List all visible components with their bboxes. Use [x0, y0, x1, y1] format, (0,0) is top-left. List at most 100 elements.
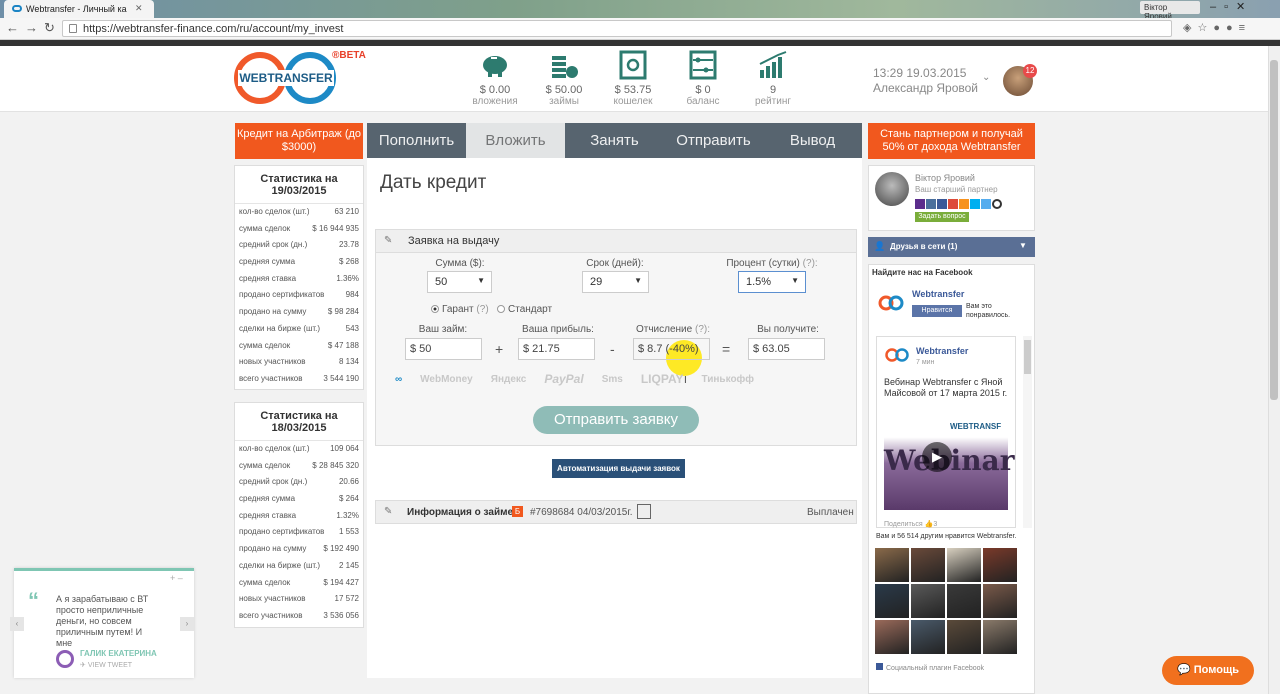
stat-rating[interactable]: 9 рейтинг: [743, 50, 803, 107]
page-scrollbar-thumb[interactable]: [1270, 60, 1278, 400]
fan-avatar[interactable]: [947, 548, 981, 582]
fan-avatar[interactable]: [875, 548, 909, 582]
document-icon[interactable]: [637, 504, 651, 519]
radio-standard[interactable]: Стандарт: [497, 304, 552, 315]
tab-close-icon[interactable]: ✕: [135, 3, 143, 14]
facebook-page-name[interactable]: Webtransfer: [912, 289, 964, 299]
play-icon[interactable]: ▶: [922, 442, 952, 472]
reload-icon[interactable]: ↻: [44, 20, 61, 35]
tab-send[interactable]: Отправить: [664, 123, 763, 158]
tab-withdraw[interactable]: Вывод: [763, 123, 862, 158]
auto-issue-button[interactable]: Автоматизация выдачи заявок: [552, 459, 685, 478]
fan-avatar[interactable]: [983, 584, 1017, 618]
term-label: Срок (дней):: [586, 258, 644, 269]
partner-avatar[interactable]: [875, 172, 909, 206]
rate-select[interactable]: 1.5% ▼: [738, 271, 806, 293]
payment-systems-row: ∞ WebMoney Яндекс PayPal Sms LIQPAY Тинь…: [395, 370, 835, 388]
tab-borrow[interactable]: Занять: [565, 123, 664, 158]
nav-buttons[interactable]: ←→↻: [6, 20, 61, 36]
plus-sign: +: [495, 341, 504, 357]
become-partner-button[interactable]: Стань партнером и получай 50% от дохода …: [868, 123, 1035, 159]
fan-avatar[interactable]: [983, 620, 1017, 654]
google-icon[interactable]: [948, 199, 958, 209]
testimonial-author[interactable]: ГАЛИК ЕКАТЕРИНА: [80, 649, 157, 658]
stats-today-title: Статистика на 19/03/2015: [235, 166, 363, 204]
webtransfer-small-logo[interactable]: [877, 293, 905, 313]
viber-icon[interactable]: [915, 199, 925, 209]
chevron-right-icon[interactable]: ›: [180, 617, 194, 631]
stat-balance[interactable]: $ 0 баланс: [673, 50, 733, 107]
adblock-icon[interactable]: ●: [1226, 22, 1239, 34]
fee-help[interactable]: (?):: [695, 324, 710, 335]
view-tweet-link[interactable]: ✈ VIEW TWEET: [80, 661, 132, 669]
tab-invest[interactable]: Вложить: [466, 123, 565, 158]
tab-deposit[interactable]: Пополнить: [367, 123, 466, 158]
radio-guarantee[interactable]: Гарант (?): [431, 304, 489, 315]
facebook-feed-scrollbar[interactable]: [1023, 336, 1032, 528]
share-link[interactable]: Поделиться: [884, 521, 923, 528]
star-icon[interactable]: ☆: [1197, 22, 1213, 34]
video-logo-text: WEBTRANSF: [950, 422, 1002, 431]
fan-avatar[interactable]: [911, 584, 945, 618]
partner-name[interactable]: Віктор Яровий: [915, 173, 975, 183]
fan-avatar[interactable]: [947, 620, 981, 654]
notification-badge[interactable]: 12: [1023, 64, 1037, 78]
post-time[interactable]: 7 мин: [916, 359, 934, 366]
fan-avatar[interactable]: [875, 620, 909, 654]
skype-icon[interactable]: [970, 199, 980, 209]
post-video[interactable]: WEBTRANSF Webinar ▶: [884, 406, 1014, 510]
menu-icon[interactable]: ≡: [1239, 22, 1251, 34]
stat-label: продано на сумму: [239, 544, 307, 554]
chevron-down-icon[interactable]: ▼: [1019, 241, 1027, 250]
fan-avatar[interactable]: [875, 584, 909, 618]
chevron-left-icon[interactable]: ‹: [10, 617, 24, 631]
fee-field[interactable]: $ 8.7 (-40%): [633, 338, 710, 360]
friends-online-bar[interactable]: Друзья в сети (1): [868, 237, 1035, 257]
facebook-icon[interactable]: [937, 199, 947, 209]
guarantee-help[interactable]: (?): [476, 304, 488, 315]
fan-avatar[interactable]: [911, 548, 945, 582]
fan-avatar[interactable]: [947, 584, 981, 618]
facebook-plugin-text[interactable]: Социальный плагин Facebook: [886, 665, 984, 672]
stat-loans[interactable]: $ 50.00 займы: [534, 50, 594, 107]
help-button[interactable]: 💬 Помощь: [1162, 656, 1254, 685]
submit-request-button[interactable]: Отправить заявку: [533, 406, 699, 434]
extensions-area[interactable]: ◈☆●●≡: [1183, 21, 1251, 34]
address-bar[interactable]: https://webtransfer-finance.com/ru/accou…: [62, 20, 1172, 37]
shield-icon[interactable]: ◈: [1183, 22, 1197, 34]
chevron-down-icon[interactable]: ⌄: [982, 72, 990, 83]
stat-investments[interactable]: $ 0.00 вложения: [465, 50, 525, 107]
arbitrage-credit-button[interactable]: Кредит на Арбитраж (до $3000): [235, 123, 363, 159]
forward-icon[interactable]: →: [25, 20, 44, 35]
fan-avatar[interactable]: [911, 620, 945, 654]
loan-field[interactable]: $ 50: [405, 338, 482, 360]
stat-wallet[interactable]: $ 53.75 кошелек: [603, 50, 663, 107]
post-author[interactable]: Webtransfer: [916, 346, 968, 356]
fan-avatar[interactable]: [983, 548, 1017, 582]
rate-help[interactable]: (?):: [803, 258, 818, 269]
facebook-feed-scrollbar-thumb[interactable]: [1024, 340, 1031, 374]
twitter-icon[interactable]: [981, 199, 991, 209]
user-name[interactable]: Александр Яровой: [873, 81, 978, 95]
vk-icon[interactable]: [926, 199, 936, 209]
facebook-like-button[interactable]: Нравится: [912, 305, 962, 317]
profit-field[interactable]: $ 21.75: [518, 338, 595, 360]
chat-icon: 💬: [1176, 664, 1191, 676]
post-actions: Поделиться 👍3: [884, 520, 937, 528]
term-select[interactable]: 29 ▼: [582, 271, 649, 293]
window-controls[interactable]: –▫✕: [1210, 0, 1253, 13]
widget-expand-icon[interactable]: + –: [170, 573, 183, 583]
receive-field[interactable]: $ 63.05: [748, 338, 825, 360]
amount-select[interactable]: 50 ▼: [427, 271, 492, 293]
browser-tab[interactable]: Webtransfer - Личный ка: [4, 0, 154, 18]
webtransfer-logo[interactable]: WEBTRANSFER: [234, 52, 338, 106]
ask-question-button[interactable]: Задать вопрос: [915, 212, 969, 222]
circle-icon[interactable]: [992, 199, 1002, 209]
window-user-badge[interactable]: Віктор Яровий: [1140, 1, 1200, 21]
coins-icon: [534, 50, 594, 80]
back-icon[interactable]: ←: [6, 20, 25, 35]
extension-icon[interactable]: ●: [1213, 22, 1226, 34]
ok-icon[interactable]: [959, 199, 969, 209]
rate-value: 1.5%: [746, 276, 772, 288]
facebook-liked-text: Вам это понравилось.: [966, 303, 1011, 319]
